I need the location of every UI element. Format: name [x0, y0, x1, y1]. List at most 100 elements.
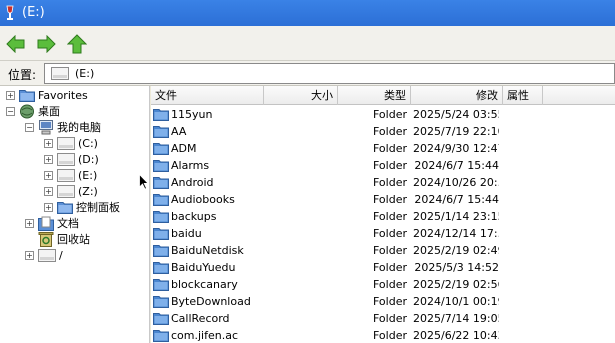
drive-icon — [51, 67, 69, 80]
file-type: Folder — [373, 278, 407, 291]
file-row[interactable]: backups Folder 2025/1/14 23:15 — [151, 208, 615, 225]
file-name: baidu — [171, 227, 202, 240]
expand-toggle[interactable]: + — [44, 138, 53, 148]
folder-icon — [153, 109, 169, 121]
drive-icon — [57, 168, 75, 182]
file-row[interactable]: ByteDownload Folder 2024/10/1 00:19 — [151, 293, 615, 310]
expand-toggle[interactable]: + — [44, 154, 53, 164]
expand-toggle[interactable]: + — [44, 202, 53, 212]
file-row[interactable]: AA Folder 2025/7/19 22:10 — [151, 123, 615, 140]
forward-button[interactable] — [35, 33, 57, 55]
collapse-toggle[interactable]: − — [25, 122, 34, 132]
file-list: 文件 大小 类型 修改 属性 115yun Folder 2025/5/24 03:… — [151, 86, 615, 343]
documents-icon — [38, 216, 54, 231]
tree-item-drive-z[interactable]: + (Z:) — [44, 183, 98, 199]
file-modified: 2025/2/19 02:56 — [413, 278, 499, 291]
location-label: 位置: — [8, 68, 37, 82]
file-type: Folder — [373, 261, 407, 274]
computer-icon — [39, 119, 53, 134]
file-type: Folder — [373, 125, 407, 138]
folder-icon — [153, 228, 169, 240]
folder-icon — [153, 126, 169, 138]
file-row[interactable]: BaiduYuedu Folder 2025/5/3 14:52 — [151, 259, 615, 276]
file-modified: 2025/6/22 10:43 — [413, 329, 499, 342]
folder-icon — [153, 296, 169, 308]
mouse-cursor-icon — [139, 174, 149, 190]
file-modified: 2025/1/14 23:15 — [413, 210, 499, 223]
file-row[interactable]: baidu Folder 2024/12/14 17:... — [151, 225, 615, 242]
tree-item-my-computer[interactable]: − 我的电脑 — [25, 119, 101, 135]
file-list-header: 文件 大小 类型 修改 属性 — [151, 86, 615, 105]
collapse-toggle[interactable]: − — [6, 106, 15, 116]
column-header-size[interactable]: 大小 — [264, 86, 338, 105]
arrow-left-icon — [6, 35, 25, 53]
file-row[interactable]: Android Folder 2024/10/26 20:... — [151, 174, 615, 191]
file-type: Folder — [373, 176, 407, 189]
column-header-type[interactable]: 类型 — [338, 86, 411, 105]
file-name: AA — [171, 125, 187, 138]
file-type: Folder — [373, 108, 407, 121]
folder-icon — [153, 262, 169, 274]
back-button[interactable] — [5, 33, 27, 55]
folder-icon — [153, 211, 169, 223]
tree-item-control-panel[interactable]: + 控制面板 — [44, 199, 120, 215]
app-icon — [6, 5, 14, 20]
folder-icon — [153, 143, 169, 155]
folder-icon — [153, 160, 169, 172]
file-row[interactable]: com.jifen.ac Folder 2025/6/22 10:43 — [151, 327, 615, 343]
file-row[interactable]: blockcanary Folder 2025/2/19 02:56 — [151, 276, 615, 293]
expand-toggle[interactable]: + — [44, 186, 53, 196]
file-name: 115yun — [171, 108, 213, 121]
tree-item-desktop[interactable]: − 桌面 — [6, 103, 60, 119]
arrow-up-icon — [67, 34, 87, 54]
file-name: ADM — [171, 142, 197, 155]
folder-icon — [153, 330, 169, 342]
file-type: Folder — [373, 312, 407, 325]
file-name: CallRecord — [171, 312, 230, 325]
file-row[interactable]: Audiobooks Folder 2024/6/7 15:44 — [151, 191, 615, 208]
tree-item-favorites[interactable]: + Favorites — [6, 87, 88, 103]
drive-icon — [57, 152, 75, 166]
column-header-name[interactable]: 文件 — [151, 86, 264, 105]
up-button[interactable] — [66, 33, 88, 55]
file-type: Folder — [373, 159, 407, 172]
file-type: Folder — [373, 227, 407, 240]
tree-item-drive-e[interactable]: + (E:) — [44, 167, 97, 183]
file-row[interactable]: ADM Folder 2024/9/30 12:47 — [151, 140, 615, 157]
location-bar: 位置: (E:) — [0, 61, 615, 86]
file-modified: 2025/5/24 03:55 — [413, 108, 499, 121]
file-modified: 2025/5/3 14:52 — [414, 261, 499, 274]
recycle-bin-icon — [38, 231, 54, 247]
column-header-modified[interactable]: 修改 — [411, 86, 503, 105]
file-modified: 2025/7/14 19:05 — [413, 312, 499, 325]
file-row[interactable]: Alarms Folder 2024/6/7 15:44 — [151, 157, 615, 174]
folder-icon — [153, 245, 169, 257]
file-modified: 2024/9/30 12:47 — [413, 142, 499, 155]
drive-icon — [57, 136, 75, 150]
tree-item-documents[interactable]: + 文档 — [25, 215, 79, 231]
toolbar — [0, 26, 615, 61]
file-name: Audiobooks — [171, 193, 235, 206]
tree-item-drive-d[interactable]: + (D:) — [44, 151, 99, 167]
expand-toggle[interactable]: + — [44, 170, 53, 180]
drive-icon — [57, 184, 75, 198]
file-type: Folder — [373, 142, 407, 155]
file-name: Alarms — [171, 159, 210, 172]
expand-toggle[interactable]: + — [25, 218, 34, 228]
location-input[interactable]: (E:) — [44, 63, 615, 84]
tree-item-root[interactable]: + / — [25, 247, 63, 263]
file-modified: 2025/2/19 02:49 — [413, 244, 499, 257]
expand-toggle[interactable]: + — [25, 250, 34, 260]
desktop-icon — [20, 104, 34, 118]
tree-item-recycle-bin[interactable]: 回收站 — [38, 231, 90, 247]
file-type: Folder — [373, 295, 407, 308]
drive-icon — [38, 248, 56, 262]
column-header-attributes[interactable]: 属性 — [503, 86, 543, 105]
file-row[interactable]: BaiduNetdisk Folder 2025/2/19 02:49 — [151, 242, 615, 259]
file-row[interactable]: CallRecord Folder 2025/7/14 19:05 — [151, 310, 615, 327]
file-type: Folder — [373, 329, 407, 342]
file-row[interactable]: 115yun Folder 2025/5/24 03:55 — [151, 106, 615, 123]
expand-toggle[interactable]: + — [6, 90, 15, 100]
file-modified: 2024/10/1 00:19 — [413, 295, 499, 308]
tree-item-drive-c[interactable]: + (C:) — [44, 135, 98, 151]
